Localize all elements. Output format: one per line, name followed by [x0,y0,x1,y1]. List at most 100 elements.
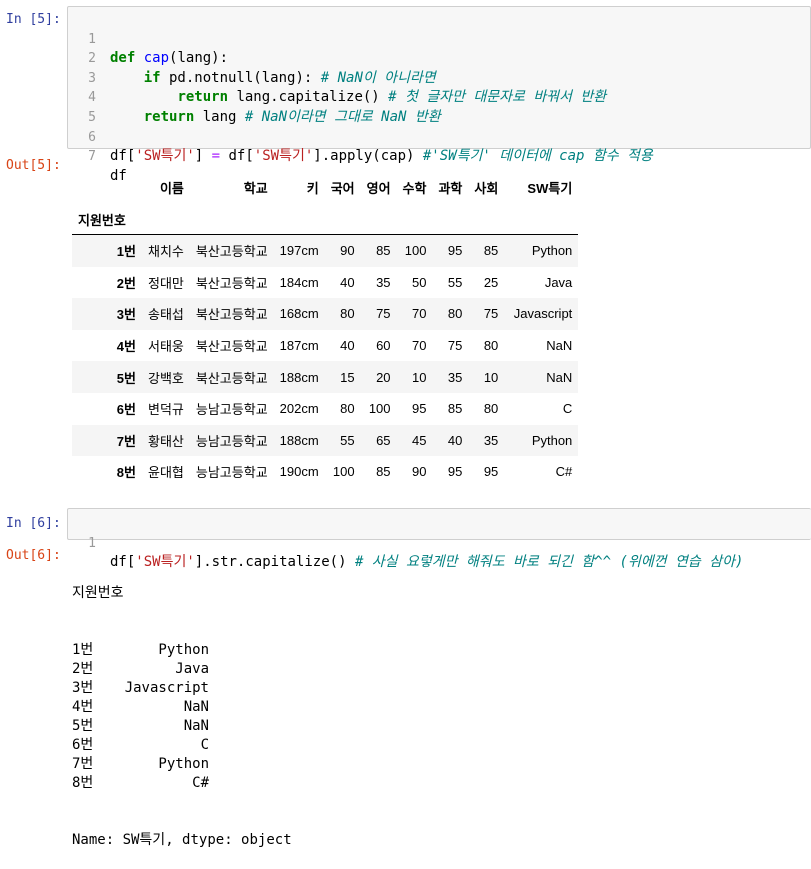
code-line: 2 if pd.notnull(lang): # NaN이 아니라면 [68,30,810,86]
table-cell: 190cm [279,464,319,480]
table-cell: Java [544,274,573,290]
table-cell: 강백호 [148,370,184,386]
line-number: 7 [88,149,96,165]
table-cell: 75 [376,306,391,322]
table-cell: NaN [546,369,573,385]
table-cell: 능남고등학교 [195,433,268,449]
output-prompt: Out[5]: [6,158,61,173]
series-row: 7번 Python [72,755,292,774]
column-header: 영어 [366,180,391,196]
table-header-row: 이름 학교 키 국어 영어 수학 과학 사회 SW특기 [72,170,578,204]
table-cell: 55 [447,274,463,290]
table-cell: 15 [340,369,355,385]
series-row: 6번 C [72,736,292,755]
table-row: 1번 채치수 북산고등학교 197cm 90 85 100 95 85 Python [72,234,579,267]
code-line: 1 def cap(lang): [68,10,810,67]
series-header: 지원번호 [72,585,124,601]
table-cell: 정대만 [148,275,184,291]
table-cell: 북산고등학교 [195,244,268,260]
table-cell: 35 [447,369,463,385]
series-value: NaN [183,699,209,715]
table-cell: 90 [411,464,427,480]
table-cell: 80 [340,306,355,322]
table-cell: 북산고등학교 [195,370,268,386]
table-cell: 197cm [279,243,319,259]
table-cell: 능남고등학교 [195,465,268,481]
table-row: 4번 서태웅 북산고등학교 187cm 40 60 70 75 80 NaN [72,330,578,362]
column-header: SW특기 [527,180,573,196]
table-cell: 40 [340,274,355,290]
table-row: 3번 송태섭 북산고등학교 168cm 80 75 70 80 75 Javascript [72,298,579,330]
table-cell: 10 [483,369,499,385]
series-value: Javascript [124,680,209,696]
code-cell-6[interactable]: 1 df['SW특기'].str.capitalize() # 사실 요렇게만 … [67,508,811,571]
series-row: 3번 Javascript [72,679,292,698]
table-cell: 45 [411,432,427,448]
table-row: 6번 변덕규 능남고등학교 202cm 80 100 95 85 80 C [72,393,578,425]
table-row: 7번 황태산 능남고등학교 188cm 55 65 45 40 35 Python [72,424,579,457]
table-cell: 168cm [279,306,319,322]
table-cell: Javascript [513,306,573,322]
table-cell: 80 [483,338,499,354]
table-cell: 북산고등학교 [195,339,268,355]
table-cell: NaN [546,338,573,354]
row-index: 6번 [116,402,136,418]
table-cell: 100 [368,401,391,417]
table-cell: 85 [376,243,391,259]
table-cell: Python [531,243,573,259]
series-output: 지원번호 1번 Python 2번 Java 3번 Javascript 4번 NaN 5번 Na… [72,546,292,869]
row-index: 5번 [116,370,136,386]
dataframe-table: 이름 학교 키 국어 영어 수학 과학 사회 SW특기 지원번호 1번 채치수 북산… [72,170,579,488]
series-row: 1번 Python [72,641,292,660]
code-line: 3 return lang.capitalize() # 첫 글자만 대문자로 … [68,49,810,106]
code-line: 1 df['SW특기'].str.capitalize() # 사실 요렇게만 … [68,514,811,571]
table-cell: 35 [376,274,391,290]
table-cell: 60 [376,338,391,354]
column-header: 학교 [243,180,268,196]
table-cell: 100 [404,243,427,259]
table-cell: 70 [411,306,427,322]
table-row: 8번 윤대협 능남고등학교 190cm 100 85 90 95 95 C# [72,456,578,488]
table-cell: 95 [411,401,427,417]
input-prompt: In [6]: [6,516,61,531]
table-cell: 20 [376,369,391,385]
row-index: 8번 [116,465,136,481]
code-line: 4 return lang # NaN이라면 그대로 NaN 반환 [68,69,810,125]
table-cell: 북산고등학교 [195,307,268,323]
table-cell: Python [531,432,573,448]
row-index: 2번 [116,275,136,291]
column-header: 국어 [330,180,355,196]
table-cell: 25 [483,274,499,290]
table-cell: 80 [340,401,355,417]
table-cell: 70 [411,338,427,354]
column-header: 수학 [402,180,427,196]
series-value: Python [158,642,209,658]
table-cell: 송태섭 [148,307,184,323]
row-index: 1번 [116,244,136,260]
column-header: 사회 [474,180,499,196]
table-cell: 65 [376,432,391,448]
table-cell: 75 [483,306,499,322]
row-index: 3번 [116,307,136,323]
code-line: 7 df [68,128,810,184]
series-value: Python [158,756,209,772]
table-cell: 황태산 [148,433,184,449]
table-cell: 55 [340,432,355,448]
series-row: 5번 NaN [72,717,292,736]
table-row: 2번 정대만 북산고등학교 184cm 40 35 50 55 25 Java [72,267,578,299]
table-cell: 50 [411,274,427,290]
series-value: Java [175,661,209,677]
table-cell: 채치수 [148,244,184,260]
code-cell-5[interactable]: 1 def cap(lang): 2 if pd.notnull(lang): … [67,6,811,184]
input-prompt: In [5]: [6,12,61,27]
code-line: 6 df['SW특기'] = df['SW특기'].apply(cap) #'S… [68,108,810,165]
output-prompt: Out[6]: [6,548,61,563]
table-row: 5번 강백호 북산고등학교 188cm 15 20 10 35 10 NaN [72,361,579,393]
column-header: 키 [306,180,319,196]
table-cell: 40 [447,432,463,448]
table-cell: 202cm [279,401,319,417]
series-footer: Name: SW특기, dtype: object [72,832,292,848]
table-cell: 서태웅 [148,339,184,355]
table-cell: 95 [447,243,463,259]
row-index: 4번 [116,339,136,355]
